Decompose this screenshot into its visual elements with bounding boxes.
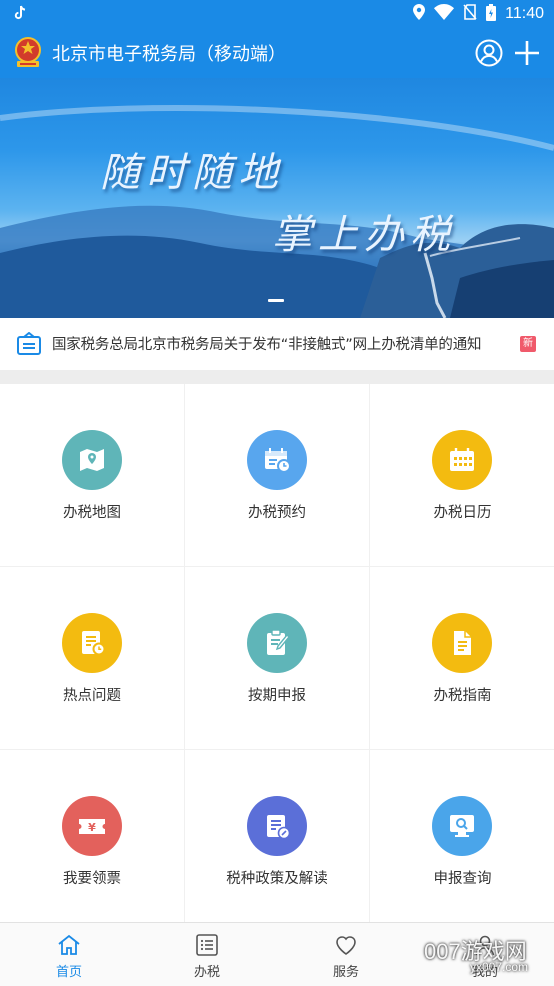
grid-item-label: 申报查询 bbox=[433, 871, 492, 887]
battery-icon bbox=[486, 3, 497, 25]
tiktok-icon bbox=[14, 5, 26, 25]
grid-item-appointment[interactable]: 办税预约 bbox=[185, 384, 370, 567]
tab-service[interactable]: 服务 bbox=[277, 923, 415, 986]
location-icon bbox=[413, 4, 426, 24]
banner-headline-1: 随时随地 bbox=[100, 150, 284, 196]
divider bbox=[0, 370, 554, 384]
hero-banner[interactable]: 随时随地 掌上办税 bbox=[0, 78, 554, 318]
clipboard-edit-icon bbox=[247, 613, 307, 673]
app-bar: 北京市电子税务局（移动端） bbox=[0, 28, 554, 78]
heart-icon bbox=[334, 933, 358, 957]
plus-icon[interactable] bbox=[512, 38, 542, 68]
tab-home[interactable]: 首页 bbox=[0, 923, 138, 986]
grid-item-tax-calendar[interactable]: 办税日历 bbox=[370, 384, 554, 567]
tab-label: 首页 bbox=[55, 965, 82, 980]
monitor-search-icon bbox=[432, 796, 492, 856]
watermark-line-2: yx007.com bbox=[470, 960, 529, 974]
document-clock-icon bbox=[62, 613, 122, 673]
grid-item-tax-map[interactable]: 办税地图 bbox=[0, 384, 185, 567]
grid-item-label: 办税地图 bbox=[63, 505, 121, 521]
app-title: 北京市电子税务局（移动端） bbox=[52, 44, 286, 65]
watermark: 007游戏网 yx007.com bbox=[420, 932, 554, 986]
grid-item-label: 按期申报 bbox=[248, 688, 306, 704]
grid-item-label: 办税日历 bbox=[433, 505, 492, 521]
announcement-icon bbox=[16, 331, 42, 356]
grid-item-tax-policy[interactable]: 税种政策及解读 bbox=[185, 750, 370, 933]
ticket-icon: ¥ bbox=[62, 796, 122, 856]
grid-item-label: 热点问题 bbox=[63, 688, 121, 704]
status-time: 11:40 bbox=[505, 5, 544, 22]
carousel-indicator bbox=[268, 299, 284, 302]
no-sim-icon bbox=[463, 4, 477, 24]
grid-item-periodic-filing[interactable]: 按期申报 bbox=[185, 567, 370, 750]
user-icon[interactable] bbox=[474, 38, 504, 68]
grid-item-label: 办税指南 bbox=[433, 688, 492, 704]
list-icon bbox=[195, 933, 219, 957]
status-bar: 11:40 bbox=[0, 0, 554, 28]
new-badge: 新 bbox=[520, 336, 536, 352]
grid-item-tax-guide[interactable]: 办税指南 bbox=[370, 567, 554, 750]
tab-label: 办税 bbox=[193, 965, 220, 980]
document-icon bbox=[432, 613, 492, 673]
grid-item-label: 税种政策及解读 bbox=[226, 871, 328, 887]
calendar-icon bbox=[432, 430, 492, 490]
grid-item-label: 我要领票 bbox=[63, 871, 121, 887]
notice-text: 国家税务总局北京市税务局关于发布“非接触式”网上办税清单的通知 bbox=[52, 337, 482, 353]
svg-text:¥: ¥ bbox=[88, 821, 96, 834]
home-icon bbox=[57, 933, 81, 957]
notice-bar[interactable]: 国家税务总局北京市税务局关于发布“非接触式”网上办税清单的通知 新 bbox=[0, 318, 554, 370]
policy-edit-icon bbox=[247, 796, 307, 856]
tab-label: 服务 bbox=[332, 965, 359, 980]
map-icon bbox=[62, 430, 122, 490]
tab-tax[interactable]: 办税 bbox=[138, 923, 276, 986]
grid-item-label: 办税预约 bbox=[248, 505, 306, 521]
calendar-clock-icon bbox=[247, 430, 307, 490]
grid-item-hot-questions[interactable]: 热点问题 bbox=[0, 567, 185, 750]
wifi-icon bbox=[434, 3, 455, 24]
grid-item-filing-query[interactable]: 申报查询 bbox=[370, 750, 554, 933]
tax-emblem-icon bbox=[12, 36, 44, 70]
service-grid: 办税地图 办税预约 办税日历 热点问题 按期申报 办税指南 ¥ 我要领票 税种政… bbox=[0, 384, 554, 933]
grid-item-get-invoice[interactable]: ¥ 我要领票 bbox=[0, 750, 185, 933]
banner-headline-2: 掌上办税 bbox=[272, 212, 456, 258]
banner-landscape bbox=[0, 105, 554, 318]
